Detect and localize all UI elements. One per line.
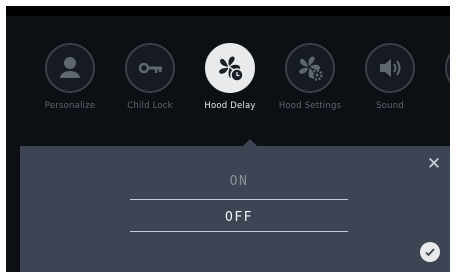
user-icon xyxy=(45,43,95,93)
menu-item-next-partial[interactable] xyxy=(430,43,450,93)
settings-menu: Personalize Child Lock Hood Delay Hood S… xyxy=(6,6,450,141)
next-menu-circle xyxy=(445,43,450,93)
device-screen: Personalize Child Lock Hood Delay Hood S… xyxy=(6,6,450,272)
option-divider-bottom xyxy=(130,231,348,232)
menu-item-personalize[interactable]: Personalize xyxy=(30,43,110,111)
menu-label-sound: Sound xyxy=(376,101,404,111)
menu-label-personalize: Personalize xyxy=(44,101,96,111)
speaker-icon xyxy=(365,43,415,93)
menu-label-hood-delay: Hood Delay xyxy=(204,101,256,111)
menu-label-child-lock: Child Lock xyxy=(127,101,173,111)
key-icon xyxy=(125,43,175,93)
option-on[interactable]: ON xyxy=(130,174,348,189)
menu-label-hood-settings: Hood Settings xyxy=(278,101,342,111)
option-off-selected[interactable]: OFF xyxy=(130,210,348,225)
fan-gear-icon xyxy=(285,43,335,93)
checkmark-icon xyxy=(425,248,435,257)
option-divider-top xyxy=(130,199,348,200)
hood-delay-dialog: ✕ ON OFF xyxy=(20,139,450,272)
menu-item-hood-delay[interactable]: Hood Delay xyxy=(190,43,270,111)
menu-item-sound[interactable]: Sound xyxy=(350,43,430,111)
menu-item-child-lock[interactable]: Child Lock xyxy=(110,43,190,111)
dialog-pointer xyxy=(242,139,258,147)
close-icon[interactable]: ✕ xyxy=(426,156,442,173)
fan-clock-icon xyxy=(205,43,255,93)
confirm-button[interactable] xyxy=(420,242,440,262)
menu-item-hood-settings[interactable]: Hood Settings xyxy=(270,43,350,111)
